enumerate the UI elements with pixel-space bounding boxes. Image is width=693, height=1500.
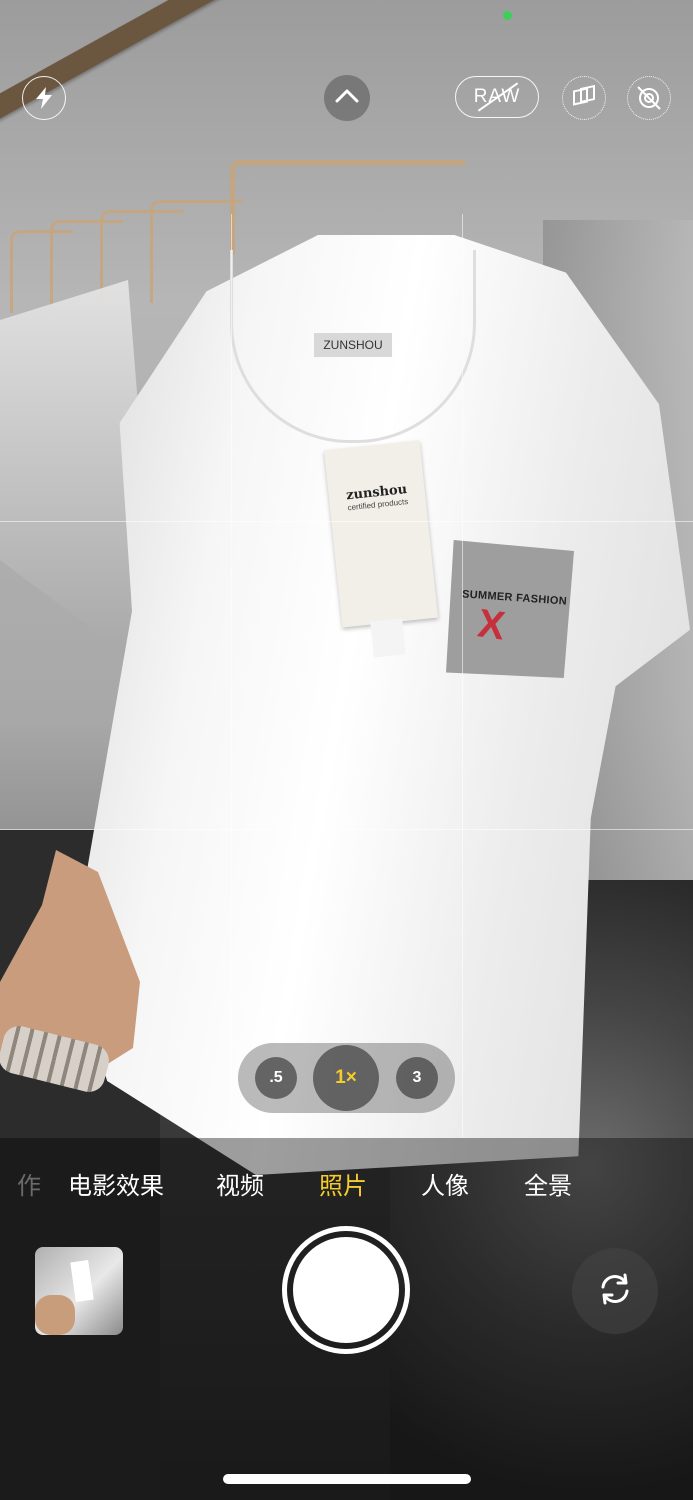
mode-cinematic[interactable]: 电影效果 [68,1166,164,1201]
zoom-1x-button[interactable]: 1× [313,1045,379,1111]
small-tag [370,618,406,658]
top-controls: RAW [0,0,693,214]
chest-pocket [446,540,574,678]
collar-label: ZUNSHOU [314,333,392,357]
camera-in-use-indicator [503,11,512,20]
live-photo-button[interactable] [627,76,671,120]
zoom-0-5-button[interactable]: .5 [255,1057,297,1099]
chevron-up-icon [335,89,359,108]
last-photo-thumbnail[interactable] [35,1247,123,1335]
flash-button[interactable] [22,76,66,120]
thumbnail-hand [35,1295,75,1335]
mode-photo[interactable]: 照片 [319,1166,367,1201]
photographic-styles-button[interactable] [562,76,606,120]
hang-tag: zunshou certified products [323,440,439,628]
thumbnail-tag [70,1259,94,1303]
mode-portrait[interactable]: 人像 [421,1166,469,1201]
home-indicator[interactable] [223,1474,471,1484]
zoom-selector: .5 1× 3 [238,1043,455,1113]
mode-panorama[interactable]: 全景 [524,1166,572,1201]
camera-screen: ZUNSHOU zunshou certified products SUMME… [0,0,693,1500]
shutter-inner [293,1237,399,1343]
shutter-button[interactable] [282,1226,410,1354]
raw-toggle-button[interactable]: RAW [455,76,539,118]
photographic-styles-icon [571,85,597,111]
controls-toggle-button[interactable] [324,75,370,121]
zoom-3x-button[interactable]: 3 [396,1057,438,1099]
camera-flip-button[interactable] [572,1248,658,1334]
live-photo-off-icon [634,83,664,113]
lightning-bolt-icon [35,87,53,109]
mode-video[interactable]: 视频 [216,1166,264,1201]
mode-time-lapse-partial[interactable]: 作 [17,1166,41,1201]
camera-flip-icon [593,1267,637,1316]
